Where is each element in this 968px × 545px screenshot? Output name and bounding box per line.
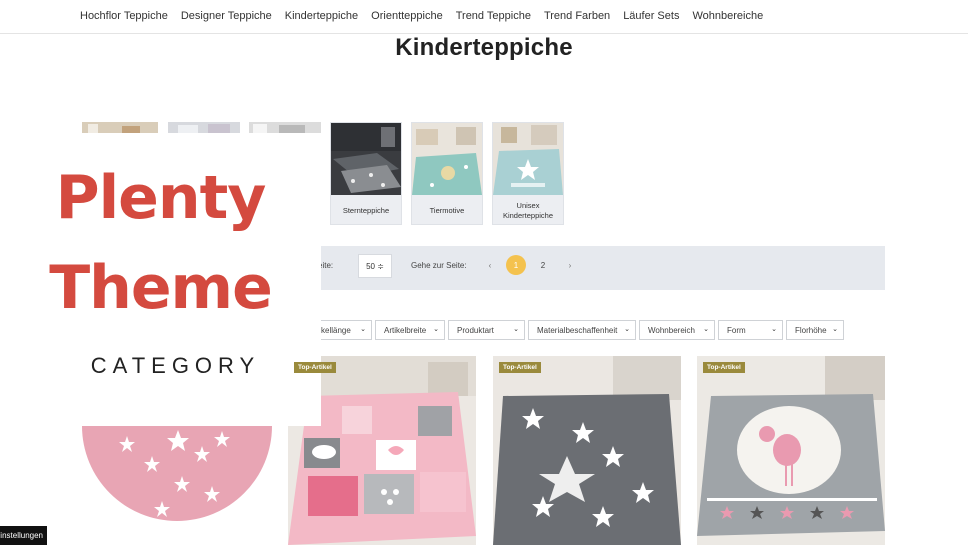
nav-item-designer[interactable]: Designer Teppiche: [181, 10, 272, 22]
nav-item-wohnbereiche[interactable]: Wohnbereiche: [692, 10, 763, 22]
filter-florhoehe[interactable]: Florhöhe ⌄: [786, 320, 844, 340]
filter-label: Materialbeschaffenheit: [537, 325, 618, 335]
chevron-down-icon: ⌄: [624, 326, 630, 333]
goto-page-label: Gehe zur Seite:: [411, 261, 467, 270]
product-image: [697, 356, 885, 545]
filter-materialbeschaffenheit[interactable]: Materialbeschaffenheit ⌄: [528, 320, 636, 340]
subcategory-label: Sternteppiche: [342, 206, 390, 216]
filter-wohnbereich[interactable]: Wohnbereich ⌄: [639, 320, 715, 340]
filter-label: kellänge: [321, 325, 351, 335]
filter-artikelbreite[interactable]: Artikelbreite ⌄: [375, 320, 445, 340]
page-title: Kinderteppiche: [395, 34, 573, 61]
page-button-1[interactable]: 1: [506, 255, 526, 275]
top-artikel-badge: Top-Artikel: [499, 362, 541, 373]
filter-produktart[interactable]: Produktart ⌄: [448, 320, 525, 340]
page: { "nav": { "items": ["Hochflor Teppiche"…: [0, 0, 968, 545]
filter-label: Wohnbereich: [648, 325, 695, 335]
subcategory-label: Unisex Kinderteppiche: [502, 201, 554, 220]
filter-artikellaenge[interactable]: kellänge ⌄: [312, 320, 372, 340]
subcategory-tile-unisex[interactable]: Unisex Kinderteppiche: [492, 122, 564, 225]
filter-label: Artikelbreite: [384, 325, 427, 335]
chevron-down-icon: ⌄: [771, 326, 777, 333]
product-card-stars[interactable]: Top-Artikel: [493, 356, 681, 545]
subcategory-image: [412, 123, 482, 195]
subcategory-label: Tiermotive: [429, 206, 465, 216]
filter-label: Form: [727, 325, 746, 335]
nav-item-trend-teppiche[interactable]: Trend Teppiche: [456, 10, 531, 22]
filter-form[interactable]: Form ⌄: [718, 320, 783, 340]
subcategory-tile-tiermotive[interactable]: Tiermotive: [411, 122, 483, 225]
chevron-down-icon: ⌄: [832, 326, 838, 333]
nav-item-kinder[interactable]: Kinderteppiche: [285, 10, 358, 22]
product-image: [493, 356, 681, 545]
chevron-down-icon: ⌄: [703, 326, 709, 333]
chevron-down-icon: ⌄: [433, 326, 439, 333]
chevron-down-icon: ⌄: [360, 326, 366, 333]
items-per-page-select[interactable]: 50 ≑: [358, 254, 392, 278]
nav-item-hochflor[interactable]: Hochflor Teppiche: [80, 10, 168, 22]
subcategory-tile-sternteppiche[interactable]: Sternteppiche: [330, 122, 402, 225]
top-artikel-badge: Top-Artikel: [703, 362, 745, 373]
filter-label: Florhöhe: [795, 325, 827, 335]
top-artikel-badge: Top-Artikel: [294, 362, 336, 373]
next-page-button[interactable]: ›: [560, 255, 580, 275]
chevron-down-icon: ⌄: [513, 326, 519, 333]
nav-item-laeufer-sets[interactable]: Läufer Sets: [623, 10, 679, 22]
subcategory-image: [331, 123, 401, 195]
promo-overlay: Plenty Theme CATEGORY: [0, 133, 321, 426]
nav-item-orient[interactable]: Orientteppiche: [371, 10, 443, 22]
product-card-flamingo[interactable]: Top-Artikel: [697, 356, 885, 545]
prev-page-button[interactable]: ‹: [480, 255, 500, 275]
cookie-settings-button[interactable]: instellungen: [0, 526, 47, 545]
subcategory-image: [493, 123, 563, 195]
top-navigation: Hochflor Teppiche Designer Teppiche Kind…: [0, 0, 968, 34]
nav-item-trend-farben[interactable]: Trend Farben: [544, 10, 610, 22]
page-button-2[interactable]: 2: [533, 255, 553, 275]
filter-label: Produktart: [457, 325, 494, 335]
promo-title-line2: Theme: [49, 253, 273, 323]
promo-title-line1: Plenty: [55, 163, 267, 233]
